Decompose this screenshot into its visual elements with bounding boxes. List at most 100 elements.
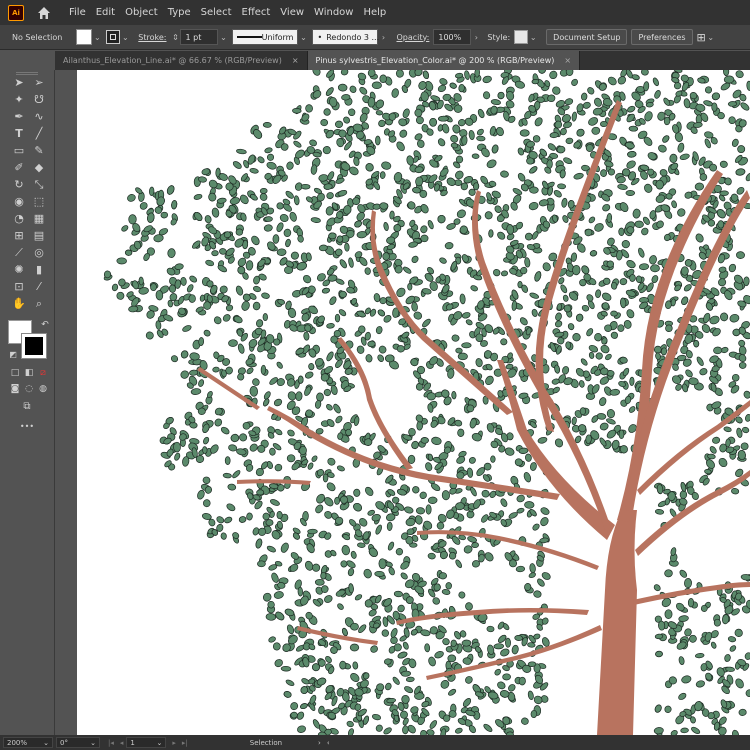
leaf-shape[interactable] (189, 369, 199, 376)
leaf-shape[interactable] (375, 135, 381, 146)
opacity-input[interactable]: 100% (433, 29, 472, 45)
close-icon[interactable]: × (292, 56, 299, 65)
leaf-shape[interactable] (455, 155, 464, 164)
leaf-shape[interactable] (269, 498, 280, 506)
leaf-shape[interactable] (326, 171, 335, 182)
leaf-shape[interactable] (328, 296, 337, 306)
leaf-shape[interactable] (521, 717, 529, 725)
leaf-shape[interactable] (393, 590, 403, 598)
leaf-shape[interactable] (285, 190, 295, 200)
leaf-shape[interactable] (173, 441, 181, 453)
leaf-shape[interactable] (500, 338, 508, 346)
leaf-shape[interactable] (341, 627, 348, 637)
leaf-shape[interactable] (497, 621, 505, 630)
leaf-shape[interactable] (678, 615, 689, 622)
leaf-shape[interactable] (527, 690, 534, 700)
leaf-shape[interactable] (511, 644, 519, 655)
leaf-shape[interactable] (211, 207, 220, 218)
leaf-shape[interactable] (742, 426, 750, 434)
leaf-shape[interactable] (402, 108, 411, 119)
leaf-shape[interactable] (149, 186, 155, 196)
leaf-shape[interactable] (735, 168, 746, 176)
leaf-shape[interactable] (481, 489, 491, 498)
leaf-shape[interactable] (524, 257, 531, 268)
leaf-shape[interactable] (728, 116, 736, 125)
leaf-shape[interactable] (314, 503, 324, 514)
leaf-shape[interactable] (496, 681, 506, 691)
leaf-shape[interactable] (476, 128, 485, 136)
leaf-shape[interactable] (353, 220, 362, 229)
leaf-shape[interactable] (170, 354, 179, 363)
leaf-shape[interactable] (350, 622, 359, 631)
leaf-shape[interactable] (419, 203, 429, 214)
lasso-tool-icon[interactable]: ☋ (32, 93, 46, 107)
leaf-shape[interactable] (562, 294, 569, 302)
leaf-shape[interactable] (449, 82, 457, 89)
leaf-shape[interactable] (533, 590, 542, 598)
leaf-shape[interactable] (335, 177, 345, 184)
leaf-shape[interactable] (679, 490, 688, 500)
leaf-shape[interactable] (420, 225, 429, 234)
leaf-shape[interactable] (426, 392, 436, 401)
leaf-shape[interactable] (261, 292, 270, 299)
leaf-shape[interactable] (403, 685, 414, 694)
leaf-shape[interactable] (604, 160, 614, 168)
leaf-shape[interactable] (557, 183, 567, 190)
leaf-shape[interactable] (585, 327, 594, 337)
leaf-shape[interactable] (124, 249, 133, 256)
leaf-shape[interactable] (693, 340, 700, 348)
leaf-shape[interactable] (500, 498, 509, 508)
leaf-shape[interactable] (575, 313, 584, 322)
symbol-sprayer-tool-icon[interactable]: ✺ (12, 263, 26, 277)
leaf-shape[interactable] (720, 312, 729, 322)
leaf-shape[interactable] (334, 496, 341, 505)
leaf-shape[interactable] (273, 398, 283, 408)
document-canvas[interactable] (55, 70, 750, 735)
leaf-shape[interactable] (325, 481, 336, 492)
leaf-shape[interactable] (274, 610, 285, 621)
blend-tool-icon[interactable]: ◎ (32, 246, 46, 260)
leaf-shape[interactable] (618, 429, 625, 440)
leaf-shape[interactable] (414, 515, 423, 525)
leaf-shape[interactable] (629, 376, 635, 387)
leaf-shape[interactable] (640, 227, 649, 236)
leaf-shape[interactable] (528, 201, 539, 211)
leaf-shape[interactable] (358, 86, 368, 96)
leaf-shape[interactable] (600, 367, 609, 376)
leaf-shape[interactable] (415, 507, 426, 515)
leaf-shape[interactable] (228, 339, 238, 347)
direct-selection-tool-icon[interactable]: ➢ (32, 76, 46, 90)
leaf-shape[interactable] (712, 436, 721, 444)
leaf-shape[interactable] (395, 140, 406, 152)
leaf-shape[interactable] (528, 165, 538, 174)
leaf-shape[interactable] (246, 367, 255, 375)
leaf-shape[interactable] (402, 725, 409, 735)
gradient-mode-icon[interactable]: ◧ (22, 366, 36, 380)
leaf-shape[interactable] (494, 668, 502, 676)
leaf-shape[interactable] (202, 436, 210, 445)
leaf-shape[interactable] (456, 471, 465, 480)
leaf-shape[interactable] (353, 488, 361, 497)
leaf-shape[interactable] (490, 455, 496, 463)
fill-control[interactable]: ⌄ (76, 29, 102, 45)
leaf-shape[interactable] (529, 563, 536, 574)
home-icon[interactable] (36, 5, 52, 21)
leaf-shape[interactable] (373, 293, 381, 303)
leaf-shape[interactable] (429, 719, 438, 729)
leaf-shape[interactable] (723, 75, 735, 84)
leaf-shape[interactable] (350, 550, 357, 559)
arrange-documents[interactable]: ⊞ ⌄ (697, 31, 716, 44)
leaf-shape[interactable] (606, 213, 613, 223)
leaf-shape[interactable] (364, 162, 374, 173)
leaf-shape[interactable] (250, 235, 261, 247)
leaf-shape[interactable] (367, 70, 376, 77)
leaf-shape[interactable] (326, 457, 336, 467)
leaf-shape[interactable] (293, 140, 303, 149)
leaf-shape[interactable] (455, 455, 466, 465)
leaf-shape[interactable] (310, 164, 318, 175)
leaf-shape[interactable] (303, 331, 310, 341)
leaf-shape[interactable] (679, 153, 690, 161)
leaf-shape[interactable] (128, 305, 139, 313)
leaf-shape[interactable] (643, 183, 653, 194)
leaf-shape[interactable] (731, 373, 740, 382)
